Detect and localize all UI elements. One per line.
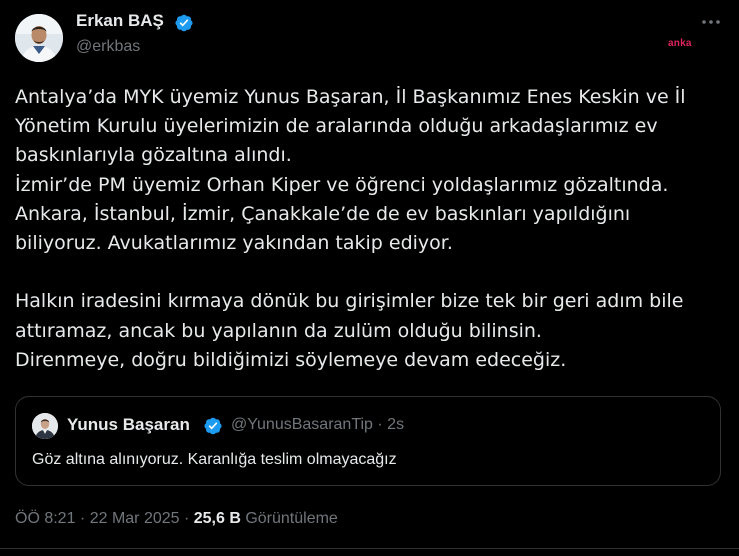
tweet-text-line: Ankara, İstanbul, İzmir, Çanakkale’de de… xyxy=(15,202,631,225)
views-count: 25,6 B xyxy=(193,510,241,527)
tweet-text-line: attıramaz, ancak bu yapılanın da zulüm o… xyxy=(15,319,542,342)
divider xyxy=(0,548,739,549)
tweet-meta: ÖÖ 8:21 · 22 Mar 2025 · 25,6 B Görüntüle… xyxy=(15,510,338,528)
tweet-text-line: Antalya’da MYK üyemiz Yunus Başaran, İl … xyxy=(15,86,686,108)
quoted-tweet[interactable]: Yunus Başaran @YunusBasaranTip · 2s Göz … xyxy=(15,396,721,486)
verified-badge-icon[interactable] xyxy=(203,416,223,436)
anka-watermark: anka xyxy=(668,38,692,49)
more-options-icon[interactable] xyxy=(696,14,726,36)
tweet-text-line: Yönetim Kurulu üyelerimizin de aralarınd… xyxy=(15,115,658,138)
author-avatar[interactable] xyxy=(15,14,63,62)
tweet-text-line: Halkın iradesini kırmaya dönük bu girişi… xyxy=(15,290,684,313)
tweet-timestamp[interactable]: ÖÖ 8:21 · 22 Mar 2025 · xyxy=(15,510,194,527)
author-name[interactable]: Erkan BAŞ xyxy=(76,11,164,31)
quoted-author-name[interactable]: Yunus Başaran xyxy=(67,415,190,435)
quoted-author-handle[interactable]: @YunusBasaranTip · 2s xyxy=(231,416,404,434)
tweet-text-line: İzmir’de PM üyemiz Orhan Kiper ve öğrenc… xyxy=(15,173,669,196)
quoted-author-avatar[interactable] xyxy=(32,413,58,439)
tweet-text: Antalya’da MYK üyemiz Yunus Başaran, İl … xyxy=(15,83,725,375)
views-label: Görüntüleme xyxy=(240,510,338,527)
tweet-text-line: baskınlarıyla gözaltına alındı. xyxy=(15,144,292,167)
verified-badge-icon[interactable] xyxy=(174,13,194,33)
author-handle[interactable]: @erkbas xyxy=(76,38,140,56)
quoted-tweet-text: Göz altına alınıyoruz. Karanlığa teslim … xyxy=(32,451,397,468)
tweet-text-line: Direnmeye, doğru bildiğimizi söylemeye d… xyxy=(15,348,567,371)
tweet: Erkan BAŞ @erkbas anka Antalya’da MYK üy… xyxy=(0,0,739,556)
tweet-text-line: biliyoruz. Avukatlarımız yakından takip … xyxy=(15,232,453,255)
